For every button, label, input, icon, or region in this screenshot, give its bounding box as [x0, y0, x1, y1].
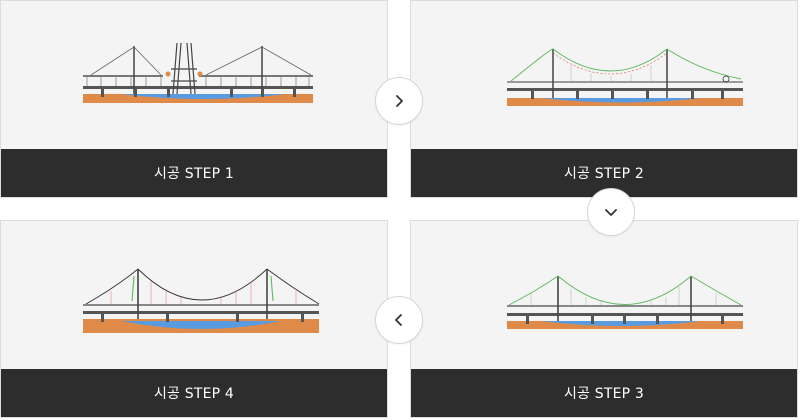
step-4-label: 시공 STEP 4 [1, 369, 387, 417]
step-1-label: 시공 STEP 1 [1, 149, 387, 197]
step-4-card: 시공 STEP 4 [0, 220, 388, 418]
chevron-left-icon [395, 314, 402, 326]
step-3-card: 시공 STEP 3 [410, 220, 798, 418]
step-2-card: 시공 STEP 2 [410, 0, 798, 198]
step-3-label: 시공 STEP 3 [411, 369, 797, 417]
step-1-bridge-illustration [83, 42, 313, 103]
next-step-button[interactable] [375, 77, 423, 125]
step-2-bridge-illustration [507, 48, 743, 106]
step-3-bridge-illustration [507, 275, 743, 329]
step-4-bridge-illustration [83, 268, 320, 333]
down-step-button[interactable] [587, 188, 635, 236]
chevron-right-icon [396, 95, 403, 107]
step-1-card: 시공 STEP 1 [0, 0, 388, 198]
prev-step-button[interactable] [375, 296, 423, 344]
chevron-down-icon [605, 209, 617, 216]
